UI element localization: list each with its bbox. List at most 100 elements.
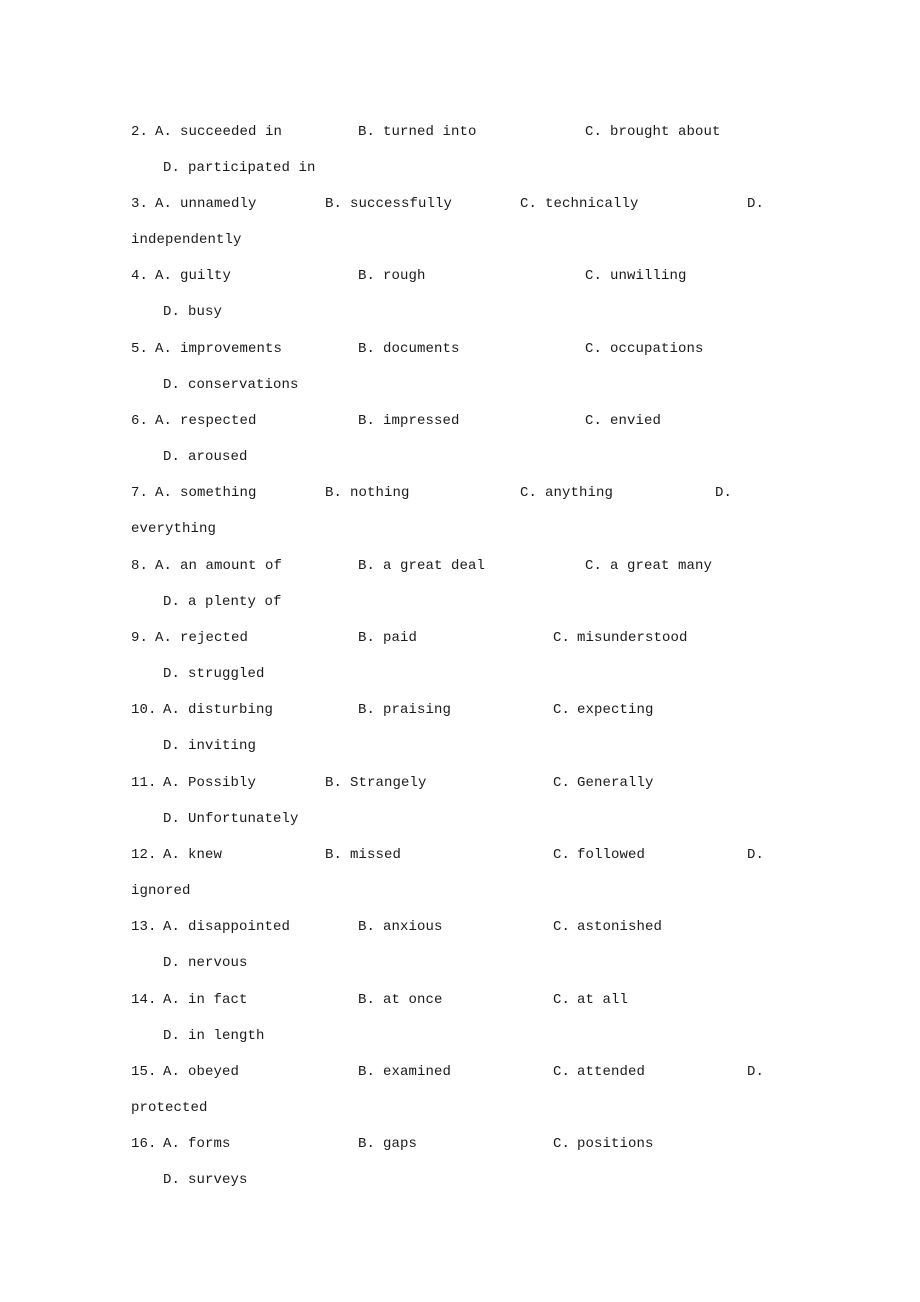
question-number: 9. [131,630,149,646]
option-a-letter: A. [163,992,181,1008]
option-a-text: rejected [180,630,249,646]
option-c-text: followed [577,847,646,863]
question-number: 14. [131,992,157,1008]
option-b-text: missed [350,847,402,863]
question-number: 15. [131,1064,157,1080]
question-item: 2. A. succeeded in B. turned into C. brought a… [0,122,920,142]
question-item-continuation: D. aroused [0,447,920,467]
question-number: 5. [131,341,149,357]
option-b-letter: B. [358,992,376,1008]
option-d-text: struggled [188,666,265,683]
question-item: 16. A. forms B. gaps C. positions [0,1134,920,1154]
option-b-letter: B. [358,1136,376,1152]
option-a-text: guilty [180,268,232,284]
option-b-letter: B. [358,630,376,646]
option-d-letter: D. [163,738,181,755]
question-number: 16. [131,1136,157,1152]
option-a-text: obeyed [188,1064,240,1080]
option-c-letter: C. [553,702,571,718]
question-number: 10. [131,702,157,718]
question-number: 3. [131,196,149,212]
option-d-letter: D. [163,304,181,321]
option-b-text: examined [383,1064,452,1080]
option-b-text: at once [383,992,443,1008]
option-a-letter: A. [163,1136,181,1152]
option-c-text: Generally [577,775,654,791]
option-d-text: protected [131,1100,208,1117]
question-item-continuation: D. busy [0,302,920,322]
option-b-text: Strangely [350,775,427,791]
question-item-continuation: protected [0,1098,920,1118]
option-d-letter: D. [163,449,181,466]
question-item-continuation: independently [0,230,920,250]
question-item-continuation: D. inviting [0,736,920,756]
option-a-text: improvements [180,341,283,357]
option-a-letter: A. [163,847,181,863]
option-d-text: surveys [188,1172,248,1189]
option-b-text: documents [383,341,460,357]
option-d-letter: D. [163,377,181,394]
option-c-letter: C. [585,558,603,574]
option-c-letter: C. [585,413,603,429]
option-d-text: busy [188,304,223,321]
question-item: 11. A. Possibly B. Strangely C. Generally [0,773,920,793]
option-b-letter: B. [358,413,376,429]
option-c-text: occupations [610,341,704,357]
option-b-text: turned into [383,124,477,140]
option-a-text: disappointed [188,919,291,935]
option-a-text: an amount of [180,558,283,574]
option-a-letter: A. [155,630,173,646]
option-d-letter: D. [163,594,181,611]
option-c-letter: C. [553,992,571,1008]
option-c-letter: C. [553,847,571,863]
option-c-text: positions [577,1136,654,1152]
option-b-letter: B. [358,124,376,140]
question-item-continuation: D. in length [0,1026,920,1046]
option-c-letter: C. [553,630,571,646]
option-a-text: something [180,485,257,501]
question-number: 4. [131,268,149,284]
question-item: 14. A. in fact B. at once C. at all [0,990,920,1010]
option-c-letter: C. [585,341,603,357]
option-d-text: Unfortunately [188,811,299,828]
option-d-text: in length [188,1028,265,1045]
option-a-text: unnamedly [180,196,257,212]
option-c-text: expecting [577,702,654,718]
option-b-letter: B. [358,341,376,357]
option-d-text: nervous [188,955,248,972]
question-number: 7. [131,485,149,501]
option-d-letter: D. [163,1028,181,1045]
question-number: 6. [131,413,149,429]
option-b-text: impressed [383,413,460,429]
question-item: 4. A. guilty B. rough C. unwilling [0,266,920,286]
option-d-letter: D. [163,811,181,828]
question-item: 7. A. something B. nothing C. anything D. [0,483,920,503]
option-b-text: a great deal [383,558,486,574]
question-number: 2. [131,124,149,140]
option-a-letter: A. [163,775,181,791]
option-b-letter: B. [325,485,343,501]
option-b-text: praising [383,702,452,718]
question-number: 8. [131,558,149,574]
option-d-letter: D. [163,1172,181,1189]
option-c-text: attended [577,1064,646,1080]
question-number: 12. [131,847,157,863]
option-c-text: technically [545,196,639,212]
option-d-letter: D. [163,955,181,972]
question-item-continuation: D. conservations [0,375,920,395]
option-a-letter: A. [155,196,173,212]
option-b-letter: B. [358,268,376,284]
question-item-continuation: D. Unfortunately [0,809,920,829]
option-d-text: a plenty of [188,594,282,611]
option-d-letter: D. [747,847,765,863]
option-c-text: unwilling [610,268,687,284]
option-a-letter: A. [163,1064,181,1080]
option-a-letter: A. [155,268,173,284]
question-item: 5. A. improvements B. documents C. occupations [0,339,920,359]
question-item-continuation: D. a plenty of [0,592,920,612]
option-a-letter: A. [163,919,181,935]
option-b-text: paid [383,630,418,646]
question-item-continuation: D. participated in [0,158,920,178]
question-item-continuation: D. nervous [0,953,920,973]
question-number: 13. [131,919,157,935]
